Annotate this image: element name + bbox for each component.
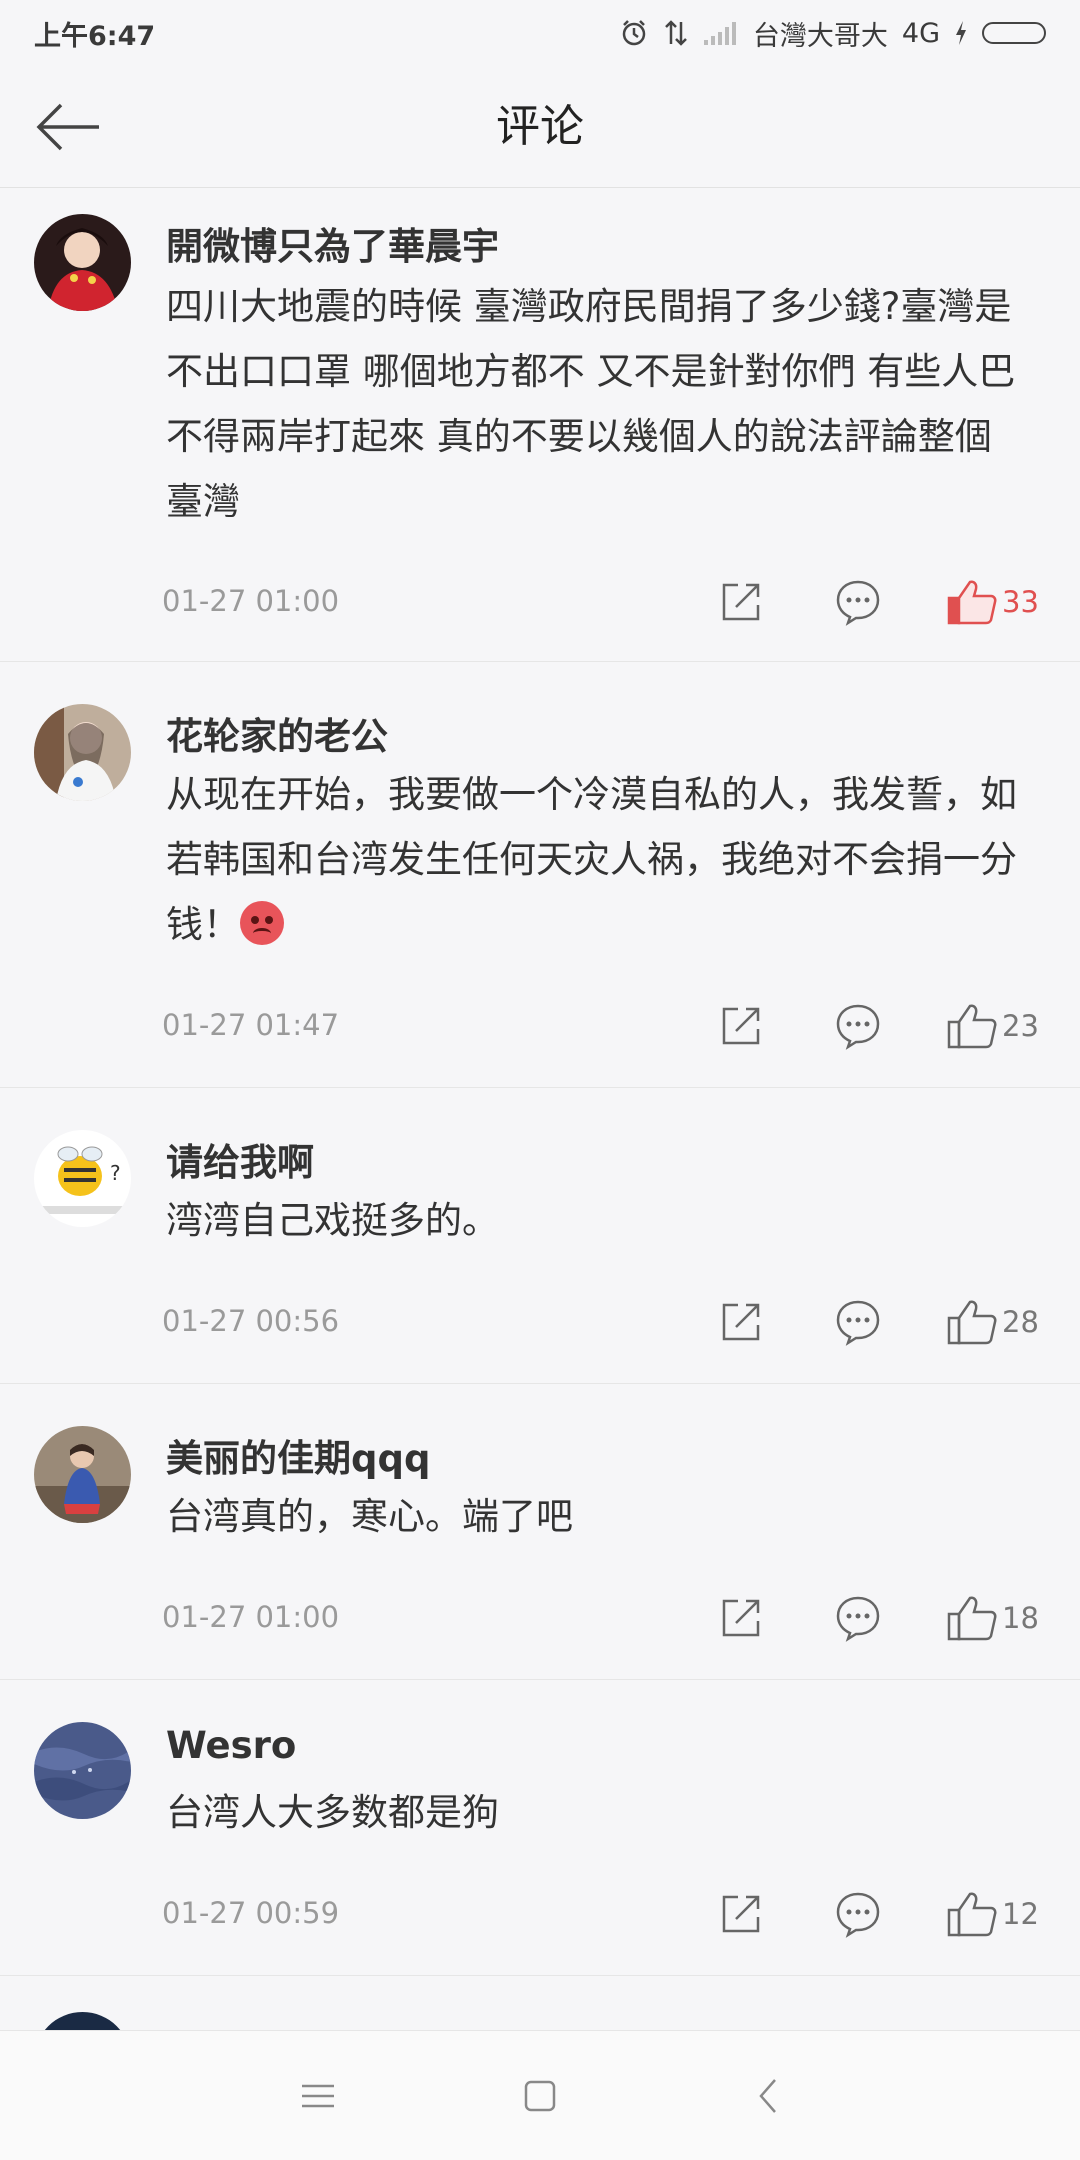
comment-item: 美丽的佳期qqq 台湾真的，寒心。端了吧 01-27 01:00 18 bbox=[0, 1384, 1080, 1680]
comment-item: Wesro 台湾人大多数都是狗 01-27 00:59 12 bbox=[0, 1680, 1080, 1976]
share-button[interactable] bbox=[718, 1590, 764, 1646]
avatar[interactable]: ? bbox=[34, 1130, 131, 1227]
comment-bubble-icon bbox=[836, 1596, 880, 1642]
comment-text: 湾湾自己戏挺多的。 bbox=[166, 1199, 499, 1242]
back-chevron-icon bbox=[759, 2079, 776, 2113]
comment-item: ? 请给我啊 湾湾自己戏挺多的。 01-27 00:56 28 bbox=[0, 1088, 1080, 1384]
thumbs-up-icon bbox=[947, 1596, 997, 1641]
reply-button[interactable] bbox=[834, 1590, 882, 1646]
like-button[interactable]: 33 bbox=[946, 574, 1039, 630]
thumbs-up-icon bbox=[947, 1300, 997, 1345]
comment-text: 四川大地震的時候 臺灣政府民間捐了多少錢?臺灣是不出口口罩 哪個地方都不 又不是… bbox=[166, 285, 1016, 523]
home-button[interactable] bbox=[500, 2061, 580, 2131]
like-count: 33 bbox=[1002, 585, 1039, 619]
app-header: 评论 bbox=[0, 66, 1080, 188]
thumbs-up-icon bbox=[947, 580, 997, 625]
like-button[interactable]: 18 bbox=[946, 1590, 1039, 1646]
comment-text: 台湾真的，寒心。端了吧 bbox=[166, 1495, 573, 1538]
comment-meta: 01-27 01:47 23 bbox=[0, 996, 1080, 1056]
menu-icon bbox=[302, 2084, 334, 2108]
data-arrows-icon bbox=[663, 18, 689, 48]
comment-bubble-icon bbox=[836, 1004, 880, 1050]
comment-item: 開微博只為了華晨宇 四川大地震的時候 臺灣政府民間捐了多少錢?臺灣是不出口口罩 … bbox=[0, 188, 1080, 662]
comment-text-body: 从现在开始，我要做一个冷漠自私的人，我发誓，如若韩国和台湾发生任何天灾人祸，我绝… bbox=[166, 773, 1017, 946]
like-count: 18 bbox=[1002, 1601, 1039, 1635]
like-count: 12 bbox=[1002, 1897, 1039, 1931]
share-button[interactable] bbox=[718, 1294, 764, 1350]
comment-username[interactable]: 美丽的佳期qqq bbox=[166, 1428, 430, 1482]
like-count: 28 bbox=[1002, 1305, 1039, 1339]
reply-button[interactable] bbox=[834, 998, 882, 1054]
status-time: 上午6:47 bbox=[34, 20, 156, 52]
comment-timestamp: 01-27 01:47 bbox=[162, 1008, 340, 1042]
comment-meta: 01-27 00:59 12 bbox=[0, 1884, 1080, 1944]
avatar[interactable] bbox=[34, 1722, 131, 1819]
share-icon bbox=[722, 1895, 760, 1933]
thumbs-up-icon bbox=[947, 1004, 997, 1049]
avatar[interactable] bbox=[34, 1426, 131, 1523]
share-button[interactable] bbox=[718, 574, 764, 630]
battery-icon bbox=[982, 22, 1046, 44]
charging-icon bbox=[954, 20, 968, 46]
like-count: 23 bbox=[1002, 1009, 1039, 1043]
comment-username[interactable]: 開微博只為了華晨宇 bbox=[166, 216, 499, 270]
comment-bubble-icon bbox=[836, 1300, 880, 1346]
comment-username[interactable]: 请给我啊 bbox=[166, 1132, 314, 1186]
like-button[interactable]: 12 bbox=[946, 1886, 1039, 1942]
share-icon bbox=[722, 583, 760, 621]
comment-text: 台湾人大多数都是狗 bbox=[166, 1791, 499, 1834]
comment-bubble-icon bbox=[836, 580, 880, 626]
comment-timestamp: 01-27 01:00 bbox=[162, 1600, 340, 1634]
menu-button[interactable] bbox=[278, 2061, 358, 2131]
like-button[interactable]: 23 bbox=[946, 998, 1039, 1054]
share-icon bbox=[722, 1599, 760, 1637]
reply-button[interactable] bbox=[834, 1294, 882, 1350]
share-icon bbox=[722, 1303, 760, 1341]
comment-item: 花轮家的老公 从现在开始，我要做一个冷漠自私的人，我发誓，如若韩国和台湾发生任何… bbox=[0, 662, 1080, 1088]
comment-bubble-icon bbox=[836, 1892, 880, 1938]
angry-face-icon bbox=[240, 901, 284, 945]
avatar[interactable] bbox=[34, 214, 131, 311]
comment-username[interactable]: Wesro bbox=[166, 1724, 296, 1767]
reply-button[interactable] bbox=[834, 574, 882, 630]
signal-icon bbox=[703, 20, 739, 46]
alarm-icon bbox=[619, 18, 649, 48]
comment-timestamp: 01-27 00:59 bbox=[162, 1896, 340, 1930]
like-button[interactable]: 28 bbox=[946, 1294, 1039, 1350]
status-bar: 上午6:47 台灣大哥大 4G bbox=[0, 0, 1080, 66]
comment-text: 从现在开始，我要做一个冷漠自私的人，我发誓，如若韩国和台湾发生任何天灾人祸，我绝… bbox=[166, 762, 1026, 957]
comment-username[interactable]: 花轮家的老公 bbox=[166, 706, 388, 760]
comment-meta: 01-27 00:56 28 bbox=[0, 1292, 1080, 1352]
comment-meta: 01-27 01:00 33 bbox=[0, 572, 1080, 632]
home-square-icon bbox=[524, 2080, 556, 2112]
network-type: 4G bbox=[901, 17, 940, 49]
comment-meta: 01-27 01:00 18 bbox=[0, 1588, 1080, 1648]
comment-timestamp: 01-27 01:00 bbox=[162, 584, 340, 618]
system-nav-bar bbox=[0, 2030, 1080, 2160]
avatar[interactable] bbox=[34, 704, 131, 801]
thumbs-up-icon bbox=[947, 1892, 997, 1937]
share-button[interactable] bbox=[718, 1886, 764, 1942]
status-icons: 台灣大哥大 4G bbox=[619, 14, 1046, 53]
comment-timestamp: 01-27 00:56 bbox=[162, 1304, 340, 1338]
carrier-name: 台灣大哥大 bbox=[752, 20, 888, 52]
nav-back-button[interactable] bbox=[728, 2061, 808, 2131]
reply-button[interactable] bbox=[834, 1886, 882, 1942]
share-icon bbox=[722, 1007, 760, 1045]
svg-text:?: ? bbox=[110, 1161, 121, 1185]
share-button[interactable] bbox=[718, 998, 764, 1054]
page-title: 评论 bbox=[496, 101, 584, 152]
